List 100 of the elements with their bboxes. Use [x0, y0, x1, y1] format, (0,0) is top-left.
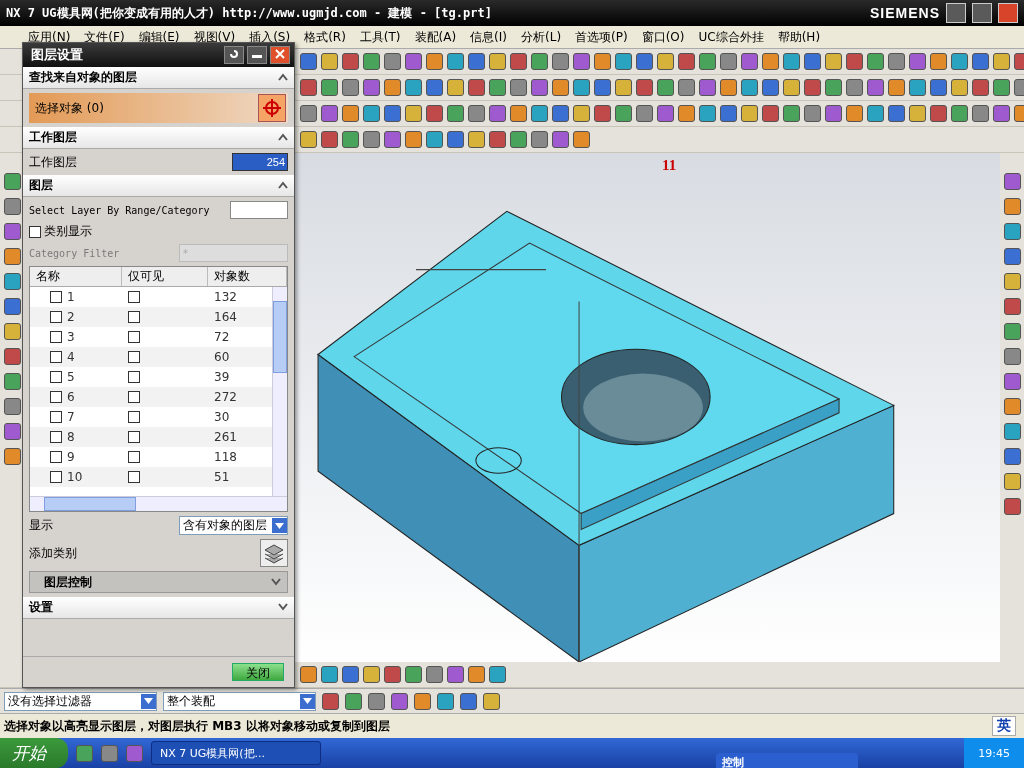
- toolbar-icon[interactable]: [405, 666, 422, 683]
- toolbar-icon[interactable]: [468, 79, 485, 96]
- toolbar-icon[interactable]: [468, 105, 485, 122]
- toolbar-icon[interactable]: [594, 79, 611, 96]
- toolbar-icon[interactable]: [699, 79, 716, 96]
- toolbar-icon[interactable]: [657, 53, 674, 70]
- toolbar-icon[interactable]: [804, 79, 821, 96]
- toolbar-icon[interactable]: [510, 131, 527, 148]
- toolbar-icon[interactable]: [342, 131, 359, 148]
- menu-item[interactable]: 窗口(O): [641, 28, 685, 46]
- toolbar-icon[interactable]: [3, 223, 21, 240]
- toolbar-icon[interactable]: [3, 248, 21, 265]
- toolbar-icon[interactable]: [300, 105, 317, 122]
- crosshair-icon[interactable]: [258, 94, 286, 122]
- range-field[interactable]: [230, 201, 288, 219]
- toolbar-icon[interactable]: [3, 373, 21, 390]
- toolbar-icon[interactable]: [447, 131, 464, 148]
- toolbar-icon[interactable]: [951, 53, 968, 70]
- taskbar-button[interactable]: NX 7 UG模具网(把...: [151, 741, 321, 765]
- toolbar-icon[interactable]: [3, 198, 21, 215]
- toolbar-icon[interactable]: [678, 79, 695, 96]
- column-header[interactable]: 仅可见: [122, 267, 208, 286]
- toolbar-icon[interactable]: [783, 79, 800, 96]
- toolbar-icon[interactable]: [510, 79, 527, 96]
- toolbar-icon[interactable]: [321, 79, 338, 96]
- reset-button[interactable]: [224, 46, 244, 64]
- toolbar-icon[interactable]: [552, 53, 569, 70]
- toolbar-icon[interactable]: [825, 105, 842, 122]
- toolbar-icon[interactable]: [930, 53, 947, 70]
- checkbox[interactable]: [128, 431, 140, 443]
- toolbar-icon[interactable]: [993, 105, 1010, 122]
- toolbar-icon[interactable]: [368, 692, 385, 710]
- minimize-button[interactable]: [946, 3, 966, 23]
- toolbar-icon[interactable]: [678, 105, 695, 122]
- menu-item[interactable]: 工具(T): [359, 28, 401, 46]
- toolbar-icon[interactable]: [636, 105, 653, 122]
- toolbar-icon[interactable]: [531, 131, 548, 148]
- toolbar-icon[interactable]: [468, 131, 485, 148]
- toolbar-icon[interactable]: [1003, 423, 1021, 440]
- toolbar-icon[interactable]: [636, 53, 653, 70]
- toolbar-icon[interactable]: [573, 105, 590, 122]
- toolbar-icon[interactable]: [300, 131, 317, 148]
- toolbar-icon[interactable]: [405, 79, 422, 96]
- toolbar-icon[interactable]: [3, 323, 21, 340]
- toolbar-icon[interactable]: [573, 79, 590, 96]
- toolbar-icon[interactable]: [342, 53, 359, 70]
- toolbar-icon[interactable]: [825, 79, 842, 96]
- close-button[interactable]: [998, 3, 1018, 23]
- toolbar-icon[interactable]: [384, 105, 401, 122]
- section-header[interactable]: 工作图层: [23, 127, 294, 149]
- menu-item[interactable]: 装配(A): [414, 28, 457, 46]
- menu-item[interactable]: 插入(S): [249, 28, 291, 46]
- toolbar-icon[interactable]: [699, 105, 716, 122]
- toolbar-icon[interactable]: [426, 79, 443, 96]
- checkbox[interactable]: [50, 311, 62, 323]
- toolbar-icon[interactable]: [468, 53, 485, 70]
- checkbox[interactable]: [50, 471, 62, 483]
- toolbar-icon[interactable]: [657, 105, 674, 122]
- toolbar-icon[interactable]: [300, 79, 317, 96]
- close-button[interactable]: [270, 46, 290, 64]
- toolbar-icon[interactable]: [460, 692, 477, 710]
- toolbar-icon[interactable]: [489, 53, 506, 70]
- toolbar-icon[interactable]: [1003, 348, 1021, 365]
- toolbar-icon[interactable]: [3, 348, 21, 365]
- toolbar-icon[interactable]: [510, 105, 527, 122]
- toolbar-icon[interactable]: [468, 666, 485, 683]
- toolbar-icon[interactable]: [363, 105, 380, 122]
- toolbar-icon[interactable]: [3, 298, 21, 315]
- toolbar-icon[interactable]: [951, 105, 968, 122]
- checkbox[interactable]: [50, 451, 62, 463]
- toolbar-icon[interactable]: [783, 105, 800, 122]
- toolbar-icon[interactable]: [867, 105, 884, 122]
- toolbar-icon[interactable]: [888, 79, 905, 96]
- toolbar-icon[interactable]: [405, 53, 422, 70]
- toolbar-icon[interactable]: [363, 53, 380, 70]
- toolbar-icon[interactable]: [720, 53, 737, 70]
- toolbar-icon[interactable]: [615, 79, 632, 96]
- toolbar-icon[interactable]: [384, 666, 401, 683]
- toolbar-icon[interactable]: [3, 273, 21, 290]
- toolbar-icon[interactable]: [909, 105, 926, 122]
- toolbar-icon[interactable]: [657, 79, 674, 96]
- toolbar-icon[interactable]: [363, 79, 380, 96]
- toolbar-icon[interactable]: [447, 79, 464, 96]
- toolbar-icon[interactable]: [699, 53, 716, 70]
- checkbox[interactable]: [50, 291, 62, 303]
- toolbar-icon[interactable]: [1003, 248, 1021, 265]
- toolbar-icon[interactable]: [3, 173, 21, 190]
- toolbar-icon[interactable]: [322, 692, 339, 710]
- maximize-button[interactable]: [972, 3, 992, 23]
- toolbar-icon[interactable]: [1003, 223, 1021, 240]
- toolbar-icon[interactable]: [342, 79, 359, 96]
- toolbar-icon[interactable]: [300, 666, 317, 683]
- toolbar-icon[interactable]: [972, 53, 989, 70]
- toolbar-icon[interactable]: [531, 79, 548, 96]
- checkbox[interactable]: [50, 411, 62, 423]
- toolbar-icon[interactable]: [426, 105, 443, 122]
- toolbar-icon[interactable]: [552, 79, 569, 96]
- toolbar-icon[interactable]: [1003, 398, 1021, 415]
- toolbar-icon[interactable]: [342, 105, 359, 122]
- toolbar-icon[interactable]: [321, 131, 338, 148]
